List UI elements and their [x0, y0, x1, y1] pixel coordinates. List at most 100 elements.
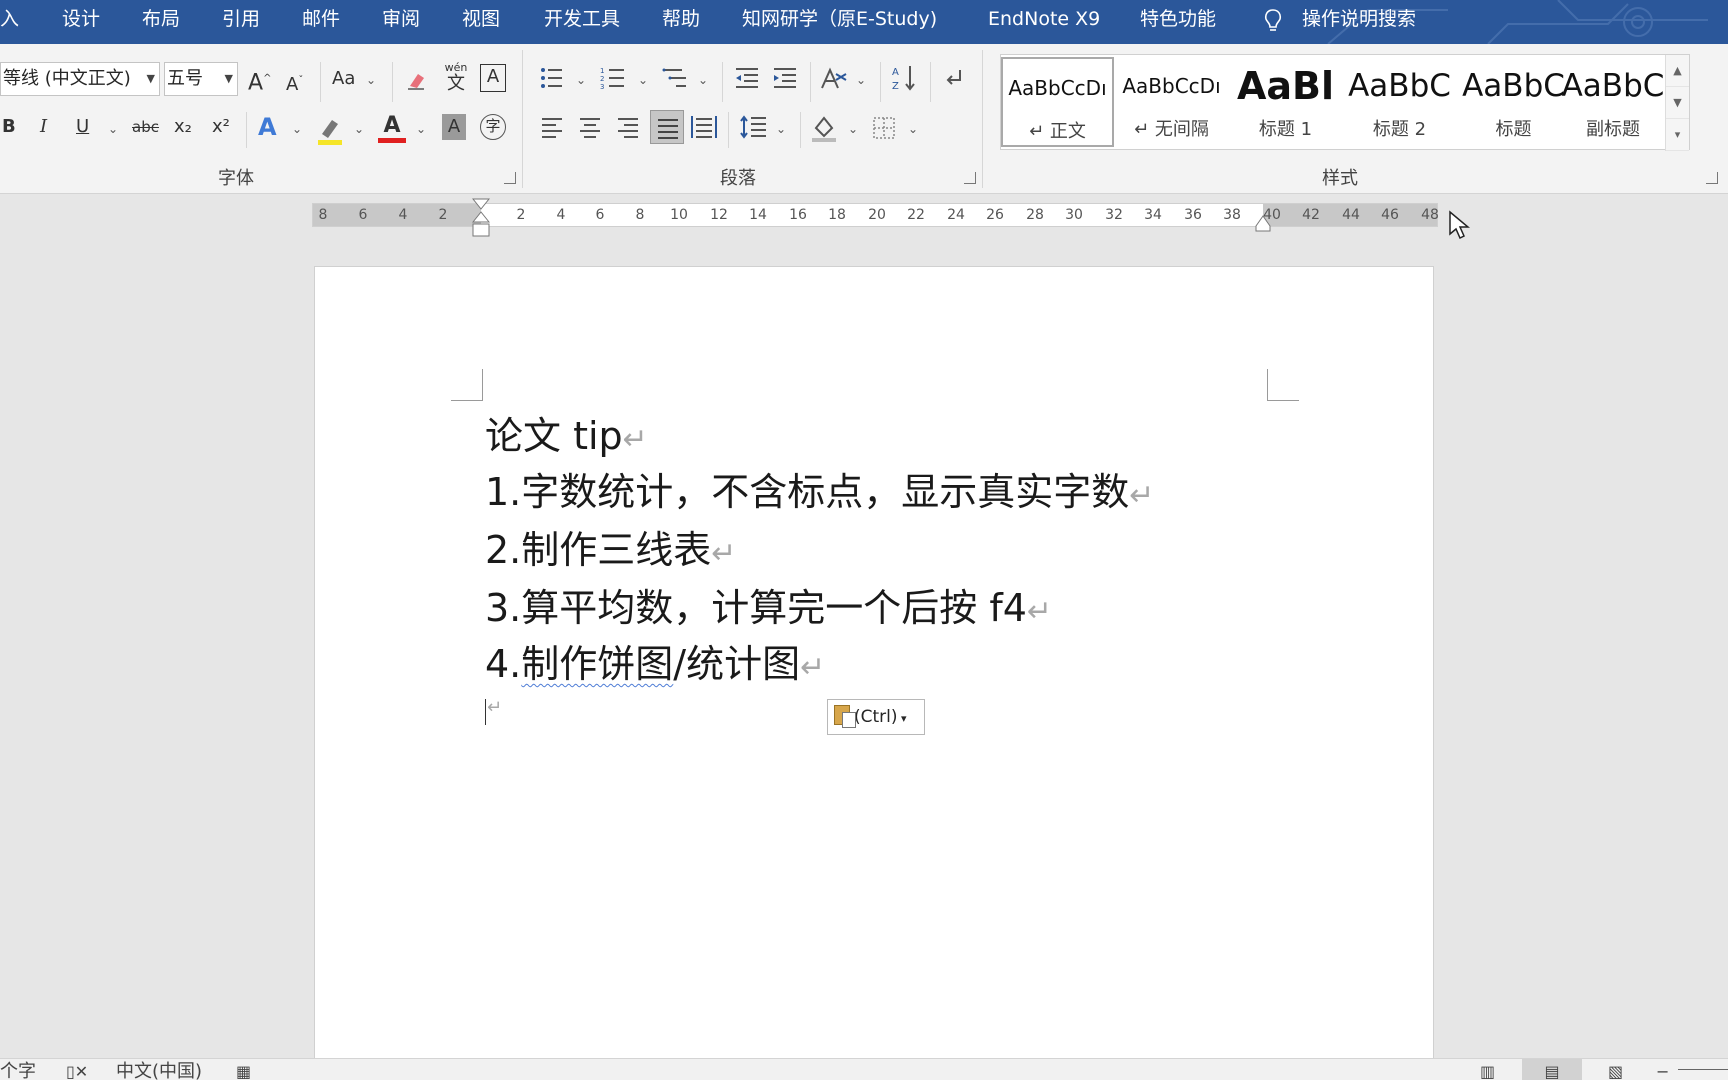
list-item: 1.字数统计，不含标点，显示真实字数 [485, 470, 1130, 514]
chevron-down-icon[interactable]: ⌄ [354, 122, 364, 136]
tab-design[interactable]: 设计 [62, 0, 100, 44]
text-cursor [485, 699, 486, 725]
tab-view[interactable]: 视图 [462, 0, 500, 44]
text-effects-icon[interactable]: A [258, 112, 277, 142]
style-subtitle[interactable]: AaBbC 副标题 [1561, 57, 1665, 147]
gallery-down-icon[interactable]: ▼ [1666, 87, 1689, 119]
gallery-more-icon[interactable]: ▾ [1666, 119, 1689, 151]
font-size-combo[interactable]: 五号 ▼ [164, 62, 238, 96]
tab-cnki-estudy[interactable]: 知网研学（原E-Study) [742, 0, 937, 44]
tab-review[interactable]: 审阅 [382, 0, 420, 44]
chevron-down-icon[interactable]: ⌄ [776, 122, 786, 136]
spellcheck-underlined-text[interactable]: 制作饼图 [521, 642, 673, 686]
change-case-button[interactable]: Aa [332, 64, 355, 94]
distributed-align-icon[interactable] [690, 114, 718, 140]
web-layout-icon[interactable]: ▧ [1608, 1059, 1623, 1080]
style-heading-1[interactable]: AaBl 标题 1 [1229, 57, 1342, 147]
chevron-down-icon[interactable]: ⌄ [576, 73, 586, 87]
zoom-out-icon[interactable]: − [1656, 1059, 1669, 1080]
tab-mailings[interactable]: 邮件 [302, 0, 340, 44]
line-spacing-icon[interactable] [740, 114, 768, 140]
grow-font-button[interactable]: A^ [248, 64, 271, 98]
ruler-tick: 32 [1105, 207, 1123, 223]
gallery-up-icon[interactable]: ▲ [1666, 55, 1689, 87]
style-no-spacing[interactable]: AaBbCcDı ↵ 无间隔 [1115, 57, 1228, 147]
chevron-down-icon: ▼ [146, 72, 155, 85]
align-left-icon[interactable] [540, 116, 564, 138]
align-right-icon[interactable] [616, 116, 640, 138]
font-dialog-launcher-icon[interactable] [504, 172, 516, 184]
align-center-icon[interactable] [578, 116, 602, 138]
underline-button[interactable]: U [76, 112, 89, 142]
character-shading-button[interactable]: A [442, 114, 466, 140]
style-title[interactable]: AaBbC 标题 [1457, 57, 1570, 147]
tab-insert[interactable]: 入 [0, 0, 19, 44]
increase-indent-icon[interactable] [772, 66, 798, 90]
character-border-button[interactable]: A [480, 64, 506, 92]
style-heading-2[interactable]: AaBbC 标题 2 [1343, 57, 1456, 147]
tab-references[interactable]: 引用 [222, 0, 260, 44]
paragraph-mark: ↵ [1026, 594, 1053, 629]
font-name-combo[interactable]: 等线 (中文正文) ▼ [0, 62, 160, 96]
doc-paragraph[interactable]: 4.制作饼图/统计图↵ [485, 633, 825, 688]
right-indent-marker-icon[interactable] [1255, 214, 1271, 232]
macro-record-icon[interactable]: ▦ [236, 1059, 251, 1080]
numbering-icon[interactable]: 123 [600, 66, 626, 90]
styles-group-label: 样式 [1322, 168, 1358, 189]
doc-paragraph[interactable]: 1.字数统计，不含标点，显示真实字数↵ [485, 461, 1154, 516]
bullets-icon[interactable] [540, 66, 564, 90]
language-indicator[interactable]: 中文(中国) [116, 1059, 202, 1080]
chevron-down-icon[interactable]: ⌄ [108, 122, 118, 136]
proofing-icon[interactable]: ▯✕ [66, 1059, 88, 1080]
read-mode-icon[interactable]: ▥ [1480, 1059, 1495, 1080]
sort-icon[interactable]: AZ [892, 64, 918, 92]
clear-formatting-icon[interactable] [404, 68, 428, 92]
tab-developer[interactable]: 开发工具 [544, 0, 620, 44]
shrink-font-button[interactable]: Aˇ [286, 66, 303, 100]
styles-dialog-launcher-icon[interactable] [1706, 172, 1718, 184]
bold-button[interactable]: B [2, 112, 16, 142]
chevron-down-icon[interactable]: ⌄ [856, 73, 866, 87]
multilevel-list-icon[interactable] [662, 66, 688, 90]
show-hide-marks-icon[interactable] [942, 66, 964, 90]
style-name: 标题 1 [1258, 119, 1313, 140]
doc-paragraph[interactable]: 3.算平均数，计算完一个后按 f4↵ [485, 577, 1052, 632]
justify-button[interactable] [650, 110, 684, 144]
chinese-layout-icon[interactable] [820, 66, 848, 90]
doc-paragraph[interactable]: 论文 tip↵ [485, 405, 648, 460]
paragraph-dialog-launcher-icon[interactable] [964, 172, 976, 184]
enclose-characters-button[interactable]: 字 [480, 114, 506, 140]
word-count[interactable]: 个字 [0, 1059, 36, 1080]
chevron-down-icon[interactable]: ⌄ [292, 122, 302, 136]
paste-options-button[interactable]: (Ctrl) ▾ [827, 699, 925, 735]
doc-paragraph[interactable]: 2.制作三线表↵ [485, 519, 736, 574]
shading-icon[interactable] [810, 114, 838, 142]
strikethrough-button[interactable]: abc [132, 112, 159, 142]
separator [930, 62, 931, 102]
superscript-button[interactable]: x² [212, 112, 230, 142]
decrease-indent-icon[interactable] [734, 66, 760, 90]
chevron-down-icon[interactable]: ⌄ [416, 122, 426, 136]
chevron-down-icon[interactable]: ⌄ [908, 122, 918, 136]
tab-layout[interactable]: 布局 [142, 0, 180, 44]
tab-special-features[interactable]: 特色功能 [1140, 0, 1216, 44]
tell-me-search[interactable]: 操作说明搜索 [1302, 0, 1416, 44]
document-page[interactable]: 论文 tip↵ 1.字数统计，不含标点，显示真实字数↵ 2.制作三线表↵ 3.算… [314, 266, 1434, 1066]
phonetic-guide-button[interactable]: wén 文 [442, 62, 470, 102]
borders-icon[interactable] [872, 116, 896, 140]
highlight-color-button[interactable] [316, 116, 344, 146]
font-color-button[interactable]: A [378, 114, 406, 146]
chevron-down-icon[interactable]: ⌄ [848, 122, 858, 136]
indent-marker-icon[interactable] [472, 198, 490, 240]
tab-endnote[interactable]: EndNote X9 [988, 0, 1100, 44]
chevron-down-icon[interactable]: ⌄ [638, 73, 648, 87]
zoom-slider[interactable] [1678, 1069, 1728, 1070]
chevron-down-icon[interactable]: ⌄ [366, 73, 376, 87]
subscript-button[interactable]: x₂ [174, 112, 192, 142]
style-sample: AaBbCcDı [1008, 76, 1107, 100]
italic-button[interactable]: I [40, 112, 47, 142]
tab-help[interactable]: 帮助 [662, 0, 700, 44]
style-normal[interactable]: AaBbCcDı ↵ 正文 [1001, 57, 1114, 147]
print-layout-icon[interactable]: ▤ [1522, 1059, 1582, 1080]
chevron-down-icon[interactable]: ⌄ [698, 73, 708, 87]
